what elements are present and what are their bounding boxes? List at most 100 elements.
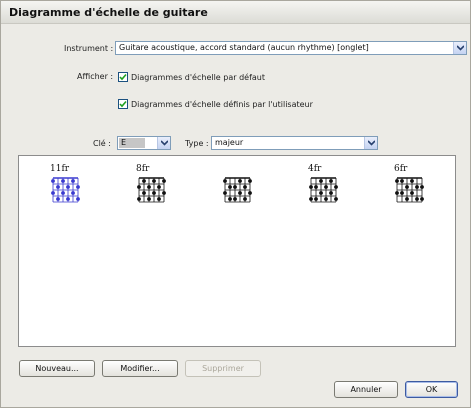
note-dot [248,191,252,195]
note-dot [395,179,399,183]
dialog-title: Diagramme d'échelle de guitare [9,6,208,19]
key-value: E [121,138,127,147]
note-dot [66,185,70,189]
key-label: Clé : [93,139,111,148]
fret-label: 4fr [308,164,322,174]
note-dot [334,197,338,201]
fretboard-grid [51,177,80,203]
note-dot [76,197,80,201]
note-dot [157,197,161,201]
note-dot [152,179,156,183]
fretboard-grid [309,177,338,203]
note-dot [137,185,141,189]
note-dot [51,179,55,183]
default-diagrams-checkbox[interactable] [118,72,128,82]
note-dot [395,191,399,195]
type-label: Type : [185,139,209,148]
chevron-down-icon[interactable] [453,42,466,54]
fretboard-grid [395,177,424,203]
note-dot [415,197,419,201]
note-dot [56,197,60,201]
type-dropdown[interactable]: majeur [211,136,378,150]
note-dot [162,179,166,183]
note-dot [162,191,166,195]
fret-label: 8fr [136,164,150,174]
user-diagrams-label: Diagrammes d'échelle définis par l'utili… [131,100,313,109]
key-dropdown[interactable]: E [117,136,171,150]
note-dot [233,185,237,189]
note-dot [56,185,60,189]
note-dot [243,197,247,201]
note-dot [420,197,424,201]
note-dot [152,191,156,195]
note-dot [410,191,414,195]
scale-diagram[interactable]: 6fr [394,164,434,220]
note-dot [142,191,146,195]
scale-diagram[interactable] [222,164,262,220]
scale-diagram[interactable]: 4fr [308,164,348,220]
note-dot [142,179,146,183]
note-dot [238,179,242,183]
note-dot [400,179,404,183]
note-dot [309,185,313,189]
note-dot [223,191,227,195]
modify-button[interactable]: Modifier... [102,360,178,377]
fret-label: 11fr [50,164,70,174]
scale-diagram[interactable]: 11fr [50,164,90,220]
note-dot [61,179,65,183]
scale-diagram-dialog: Diagramme d'échelle de guitare Instrumen… [0,0,471,408]
chevron-down-icon[interactable] [157,137,170,149]
note-dot [76,185,80,189]
note-dot [324,197,328,201]
note-dot [415,185,419,189]
note-dot [228,185,232,189]
scale-diagram[interactable]: 8fr [136,164,176,220]
note-dot [243,185,247,189]
note-dot [233,197,237,201]
scale-diagram-list[interactable]: 11fr 8fr 4fr 6fr [18,155,456,347]
note-dot [410,179,414,183]
note-dot [71,179,75,183]
title-bar: Diagramme d'échelle de guitare [1,1,470,24]
fret-label: 6fr [394,164,408,174]
note-dot [314,185,318,189]
instrument-value: Guitare acoustique, accord standard (auc… [119,43,369,52]
note-dot [329,191,333,195]
note-dot [334,185,338,189]
delete-button[interactable]: Supprimer [185,360,261,377]
note-dot [51,191,55,195]
note-dot [400,191,404,195]
note-dot [319,191,323,195]
note-dot [147,197,151,201]
instrument-dropdown[interactable]: Guitare acoustique, accord standard (auc… [115,41,467,55]
note-dot [405,185,409,189]
fretboard-grid [137,177,166,203]
user-diagrams-checkbox[interactable] [118,99,128,109]
note-dot [324,185,328,189]
note-dot [329,179,333,183]
note-dot [248,179,252,183]
cancel-button[interactable]: Annuler [334,381,398,398]
instrument-label: Instrument : [64,44,114,53]
note-dot [223,179,227,183]
note-dot [314,197,318,201]
chevron-down-icon[interactable] [364,137,377,149]
type-value: majeur [215,138,244,147]
note-dot [137,197,141,201]
note-dot [71,191,75,195]
note-dot [405,197,409,201]
note-dot [420,185,424,189]
note-dot [157,185,161,189]
note-dot [66,197,70,201]
note-dot [147,185,151,189]
note-dot [61,191,65,195]
new-button[interactable]: Nouveau... [19,360,95,377]
note-dot [319,179,323,183]
fretboard-grid [223,177,252,203]
default-diagrams-label: Diagrammes d'échelle par défaut [131,73,266,82]
note-dot [238,191,242,195]
afficher-label: Afficher : [77,72,114,81]
note-dot [309,197,313,201]
ok-button[interactable]: OK [405,381,458,398]
note-dot [228,197,232,201]
